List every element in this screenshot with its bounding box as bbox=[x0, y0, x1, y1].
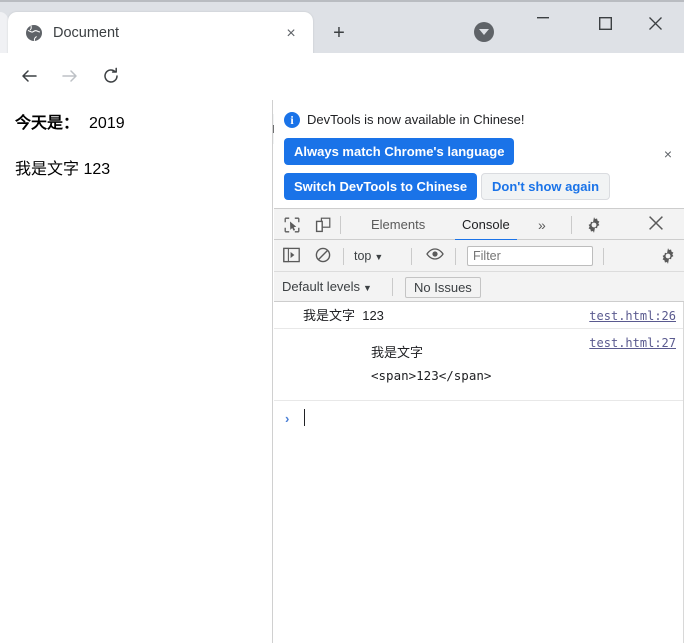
dont-show-again-button[interactable]: Don't show again bbox=[481, 173, 611, 200]
console-source-link[interactable]: test.html:26 bbox=[589, 308, 676, 324]
console-prompt-caret-icon: › bbox=[285, 411, 290, 426]
tab-search-icon[interactable] bbox=[474, 22, 494, 42]
page-heading-label: 今天是： bbox=[15, 115, 80, 132]
log-levels-label: Default levels bbox=[282, 279, 361, 294]
page-text-line: 我是文字 123 bbox=[15, 161, 111, 178]
tab-strip-edge bbox=[0, 12, 8, 55]
console-toolbar-separator-3 bbox=[455, 248, 456, 265]
banner-info-icon: i bbox=[284, 112, 300, 128]
console-toolbar: top ▼ bbox=[274, 240, 684, 272]
console-output[interactable]: 我是文字 123 test.html:26 我是文字 <span>123</sp… bbox=[274, 302, 684, 643]
console-toolbar-separator-2 bbox=[411, 248, 412, 265]
switch-devtools-language-button[interactable]: Switch DevTools to Chinese bbox=[284, 173, 478, 200]
new-tab-button[interactable]: + bbox=[329, 23, 349, 44]
banner-close-icon[interactable]: × bbox=[660, 146, 676, 162]
filter-bar-separator bbox=[392, 278, 393, 296]
no-issues-button[interactable]: No Issues bbox=[405, 277, 481, 298]
page-viewport: 今天是： 2019 我是文字 123 bbox=[0, 100, 273, 643]
tab-favicon-globe-icon bbox=[25, 24, 43, 42]
window-minimize-button[interactable] bbox=[522, 8, 564, 38]
execution-context-selector[interactable]: top ▼ bbox=[354, 248, 383, 265]
devtools-language-banner: i DevTools is now available in Chinese! … bbox=[274, 100, 684, 208]
console-toolbar-separator-1 bbox=[343, 248, 344, 265]
console-toolbar-separator-4 bbox=[603, 248, 604, 265]
tab-console[interactable]: Console bbox=[455, 216, 517, 241]
console-log-levels-dropdown[interactable]: Default levels ▼ bbox=[282, 279, 372, 296]
tabbar-separator bbox=[340, 216, 341, 234]
devtools-settings-gear-icon[interactable] bbox=[585, 216, 603, 234]
console-source-link[interactable]: test.html:27 bbox=[589, 335, 676, 351]
console-settings-gear-icon[interactable] bbox=[659, 247, 677, 265]
window-close-button[interactable] bbox=[634, 8, 676, 38]
tabbar-separator-2 bbox=[571, 216, 572, 234]
devtools-tab-bar: Elements Console » bbox=[274, 208, 684, 241]
window-maximize-button[interactable] bbox=[584, 8, 626, 38]
console-message-row[interactable]: 我是文字 123 test.html:26 bbox=[274, 302, 684, 329]
console-filter-input[interactable] bbox=[467, 246, 593, 266]
tab-elements[interactable]: Elements bbox=[371, 216, 425, 234]
live-expression-eye-icon[interactable] bbox=[426, 247, 446, 265]
console-filter-bar: Default levels ▼ No Issues bbox=[274, 272, 684, 302]
devtools-panel: i DevTools is now available in Chinese! … bbox=[274, 100, 684, 643]
more-tabs-icon[interactable]: » bbox=[538, 215, 546, 235]
console-message-text: 我是文字 bbox=[371, 345, 424, 360]
tab-close-icon[interactable]: × bbox=[282, 25, 300, 43]
browser-toolbar: 文件 C:/Users/cjx/Desktop/test.html bbox=[0, 53, 684, 144]
devtools-more-options-icon[interactable] bbox=[619, 217, 635, 234]
console-text-cursor bbox=[304, 409, 305, 426]
inspect-element-icon[interactable] bbox=[281, 215, 303, 235]
device-toolbar-icon[interactable] bbox=[312, 215, 334, 235]
tab-strip: Document × + bbox=[0, 0, 684, 55]
browser-window: Document × + 今天是： 2019 我是文字 123 i DevToo… bbox=[0, 0, 684, 643]
clear-console-icon[interactable] bbox=[315, 247, 335, 265]
console-message-row[interactable]: 我是文字 <span>123</span> test.html:27 bbox=[274, 329, 684, 401]
page-heading-value: 2019 bbox=[89, 115, 125, 132]
execution-context-label: top bbox=[354, 249, 372, 263]
chevron-down-icon: ▼ bbox=[374, 252, 384, 262]
console-message-text: 我是文字 123 bbox=[303, 308, 384, 323]
page-heading-line: 今天是： 2019 bbox=[15, 113, 125, 135]
console-prompt[interactable]: › bbox=[274, 401, 684, 431]
tab-title: Document bbox=[53, 25, 120, 41]
reload-button-icon[interactable] bbox=[97, 62, 125, 90]
devtools-close-icon[interactable] bbox=[648, 215, 668, 235]
chevron-down-icon: ▼ bbox=[363, 283, 372, 293]
console-message-code: <span>123</span> bbox=[371, 368, 492, 383]
console-sidebar-icon[interactable] bbox=[283, 247, 303, 265]
forward-button-icon bbox=[56, 62, 84, 90]
always-match-language-button[interactable]: Always match Chrome's language bbox=[284, 138, 515, 165]
banner-message: DevTools is now available in Chinese! bbox=[307, 112, 525, 127]
back-button-icon[interactable] bbox=[15, 62, 43, 90]
